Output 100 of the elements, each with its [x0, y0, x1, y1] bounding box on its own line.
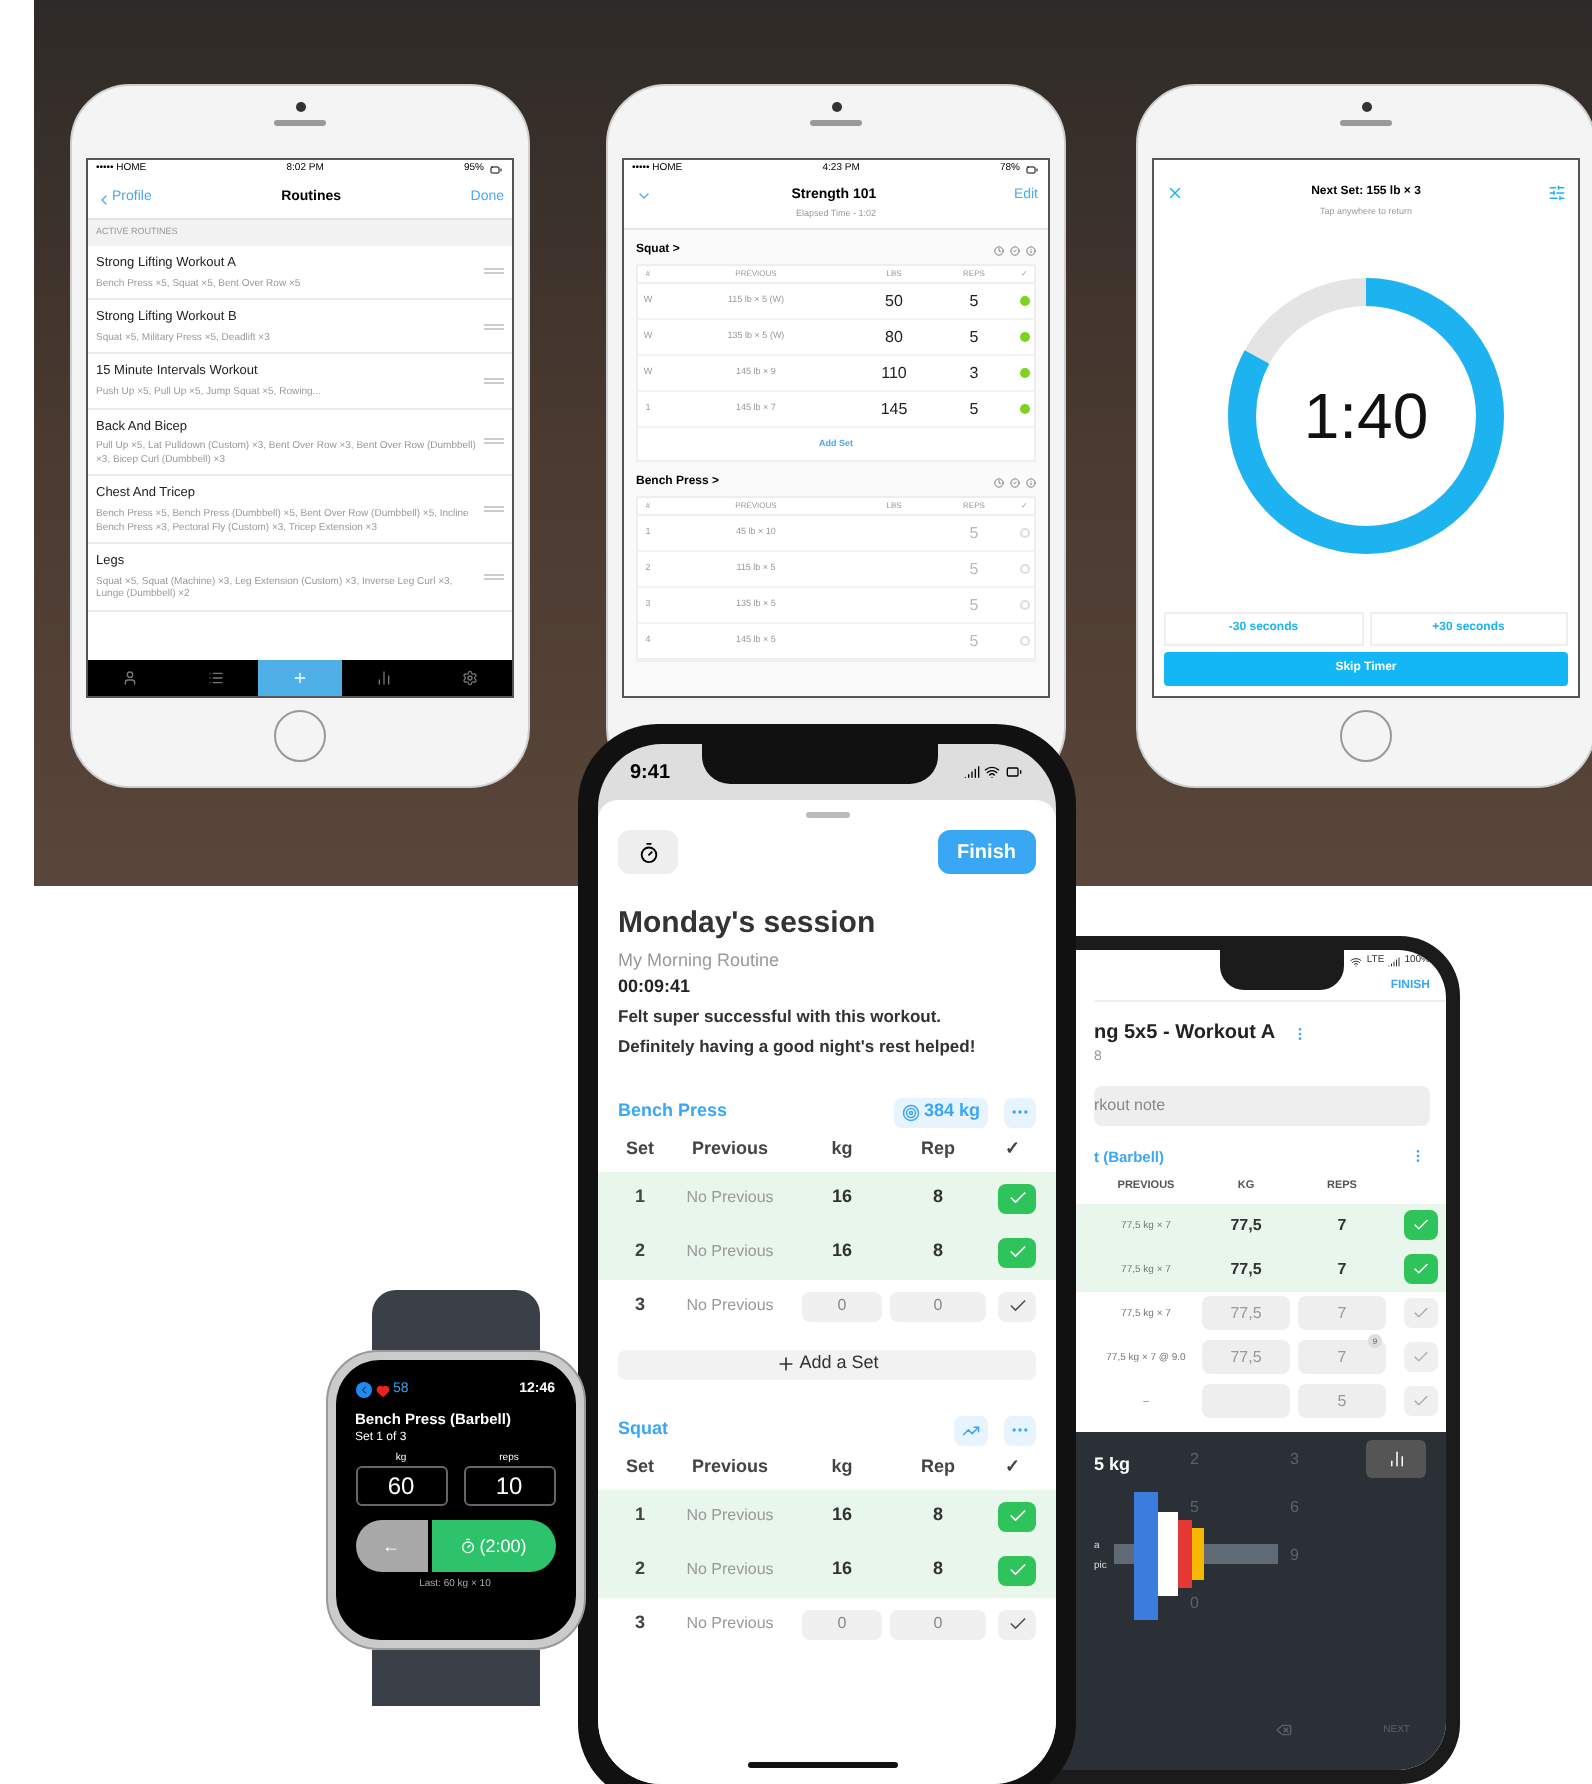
plate-calculator-button[interactable]	[1366, 1439, 1426, 1478]
set-complete-checkbox[interactable]	[998, 1501, 1036, 1531]
workout-note-field[interactable]: rkout note	[1094, 1085, 1430, 1125]
drag-handle-icon[interactable]	[484, 438, 504, 445]
kg-input[interactable]: 0	[802, 1609, 882, 1639]
check-icon	[1412, 1260, 1430, 1279]
weight-value[interactable]: 110	[854, 361, 934, 386]
reps-value[interactable]: 3	[934, 361, 1014, 386]
set-complete-checkbox[interactable]	[998, 1237, 1036, 1267]
set-complete-checkbox[interactable]	[1404, 1254, 1438, 1285]
reps-input[interactable]: 5	[1298, 1384, 1386, 1419]
weight-value[interactable]: 145	[854, 397, 934, 422]
finish-button[interactable]: Finish	[937, 830, 1036, 874]
kg-value[interactable]: 77,5	[1198, 1257, 1294, 1282]
weight-value[interactable]: 80	[854, 325, 934, 350]
session-title: Monday's session	[618, 904, 878, 944]
drag-handle-icon[interactable]	[484, 573, 504, 580]
settings-icon	[461, 670, 478, 686]
reps-value[interactable]: 5	[934, 593, 1014, 618]
set-complete-checkbox[interactable]	[1404, 1342, 1438, 1373]
reps-value[interactable]: 5	[934, 397, 1014, 422]
rest-timer-button[interactable]: (2:00)	[431, 1520, 555, 1573]
drag-handle-icon[interactable]	[484, 377, 504, 384]
reps-value[interactable]: 5	[934, 629, 1014, 654]
info-icon[interactable]	[1026, 478, 1036, 489]
status-time: 9:41	[630, 759, 671, 787]
check-icon	[1007, 1188, 1027, 1208]
exercise-name[interactable]: Bench Press	[618, 1098, 728, 1126]
kg-value[interactable]: 16	[798, 1556, 886, 1584]
target-icon	[901, 1103, 920, 1121]
rep-input[interactable]: 0	[890, 1291, 986, 1321]
check-icon	[1007, 1614, 1027, 1634]
countdown-time: 1:40	[1303, 377, 1429, 456]
kg-value[interactable]: 16	[798, 1184, 886, 1212]
home-button[interactable]	[1340, 710, 1392, 762]
more-options-button[interactable]	[1004, 1415, 1036, 1445]
drag-handle-icon[interactable]	[484, 506, 504, 513]
kg-input[interactable]: 77,5	[1202, 1340, 1290, 1375]
trend-line-icon	[962, 1421, 980, 1439]
reps-value[interactable]: 5	[934, 325, 1014, 350]
clock-icon[interactable]	[994, 246, 1004, 257]
rep-value[interactable]: 8	[886, 1184, 990, 1212]
rep-input[interactable]: 0	[890, 1609, 986, 1639]
previous-value: No Previous	[684, 1558, 776, 1582]
info-icon[interactable]	[1026, 246, 1036, 257]
rep-value[interactable]: 8	[886, 1238, 990, 1266]
reps-value[interactable]: 5	[934, 557, 1014, 582]
drag-handle-icon[interactable]	[484, 323, 504, 330]
rest-timer-button[interactable]	[618, 830, 678, 874]
set-complete-checkbox[interactable]	[1404, 1298, 1438, 1329]
home-button[interactable]	[274, 710, 326, 762]
check-icon	[1412, 1216, 1430, 1235]
plus-icon	[292, 670, 309, 686]
set-complete-checkbox[interactable]	[998, 1555, 1036, 1585]
reps-input[interactable]: 7	[1298, 1296, 1386, 1331]
weight-value[interactable]: 50	[854, 289, 934, 314]
kg-input[interactable]: 77,5	[1202, 1296, 1290, 1331]
column-header: kg	[829, 1135, 855, 1162]
drag-handle-icon[interactable]	[484, 268, 504, 275]
kg-value[interactable]: 77,5	[1198, 1213, 1294, 1238]
set-complete-checkbox[interactable]	[998, 1183, 1036, 1213]
backspace-icon[interactable]	[1274, 1722, 1294, 1738]
kg-input[interactable]: 0	[802, 1291, 882, 1321]
column-header: ✓	[1003, 1135, 1023, 1162]
set-number: 3	[632, 1610, 647, 1637]
volume-badge[interactable]: 384 kg	[893, 1097, 988, 1127]
bar-chart-icon	[1387, 1449, 1405, 1468]
set-number: 3	[632, 1292, 647, 1319]
set-complete-checkbox[interactable]	[1404, 1386, 1438, 1417]
settings-sliders-icon[interactable]	[1547, 184, 1566, 202]
person-icon	[122, 670, 139, 686]
exercise-name[interactable]: Squat	[618, 1416, 669, 1444]
previous-value: No Previous	[684, 1504, 776, 1528]
close-icon[interactable]	[1166, 184, 1184, 202]
set-complete-checkbox[interactable]	[1404, 1210, 1438, 1241]
kg-value[interactable]: 16	[798, 1502, 886, 1530]
set-complete-checkbox[interactable]	[998, 1291, 1036, 1321]
value-field[interactable]: 60	[355, 1466, 447, 1507]
check-icon	[1007, 1296, 1027, 1316]
speaker-slot	[274, 120, 326, 126]
column-header: Previous	[689, 1135, 771, 1162]
rep-value[interactable]: 8	[886, 1502, 990, 1530]
value-field[interactable]: 10	[463, 1466, 555, 1507]
more-options-button[interactable]	[1004, 1097, 1036, 1127]
reps-value[interactable]: 7	[1294, 1213, 1390, 1238]
reps-value[interactable]: 5	[934, 521, 1014, 546]
kg-value[interactable]: 16	[798, 1238, 886, 1266]
check-circle-icon[interactable]	[1010, 246, 1020, 257]
reps-value[interactable]: 7	[1294, 1257, 1390, 1282]
sheet-grabber[interactable]	[805, 812, 849, 818]
back-icon[interactable]	[355, 1382, 371, 1399]
set-complete-checkbox[interactable]	[998, 1609, 1036, 1639]
tab-bar-item[interactable]	[257, 660, 343, 696]
clock-icon[interactable]	[994, 478, 1004, 489]
reps-value[interactable]: 5	[934, 289, 1014, 314]
progress-chart-button[interactable]	[954, 1415, 988, 1445]
rep-value[interactable]: 8	[886, 1556, 990, 1584]
back-button[interactable]: ←	[355, 1520, 427, 1573]
add-set-button[interactable]: Add a Set	[618, 1349, 1036, 1379]
check-circle-icon[interactable]	[1010, 478, 1020, 489]
